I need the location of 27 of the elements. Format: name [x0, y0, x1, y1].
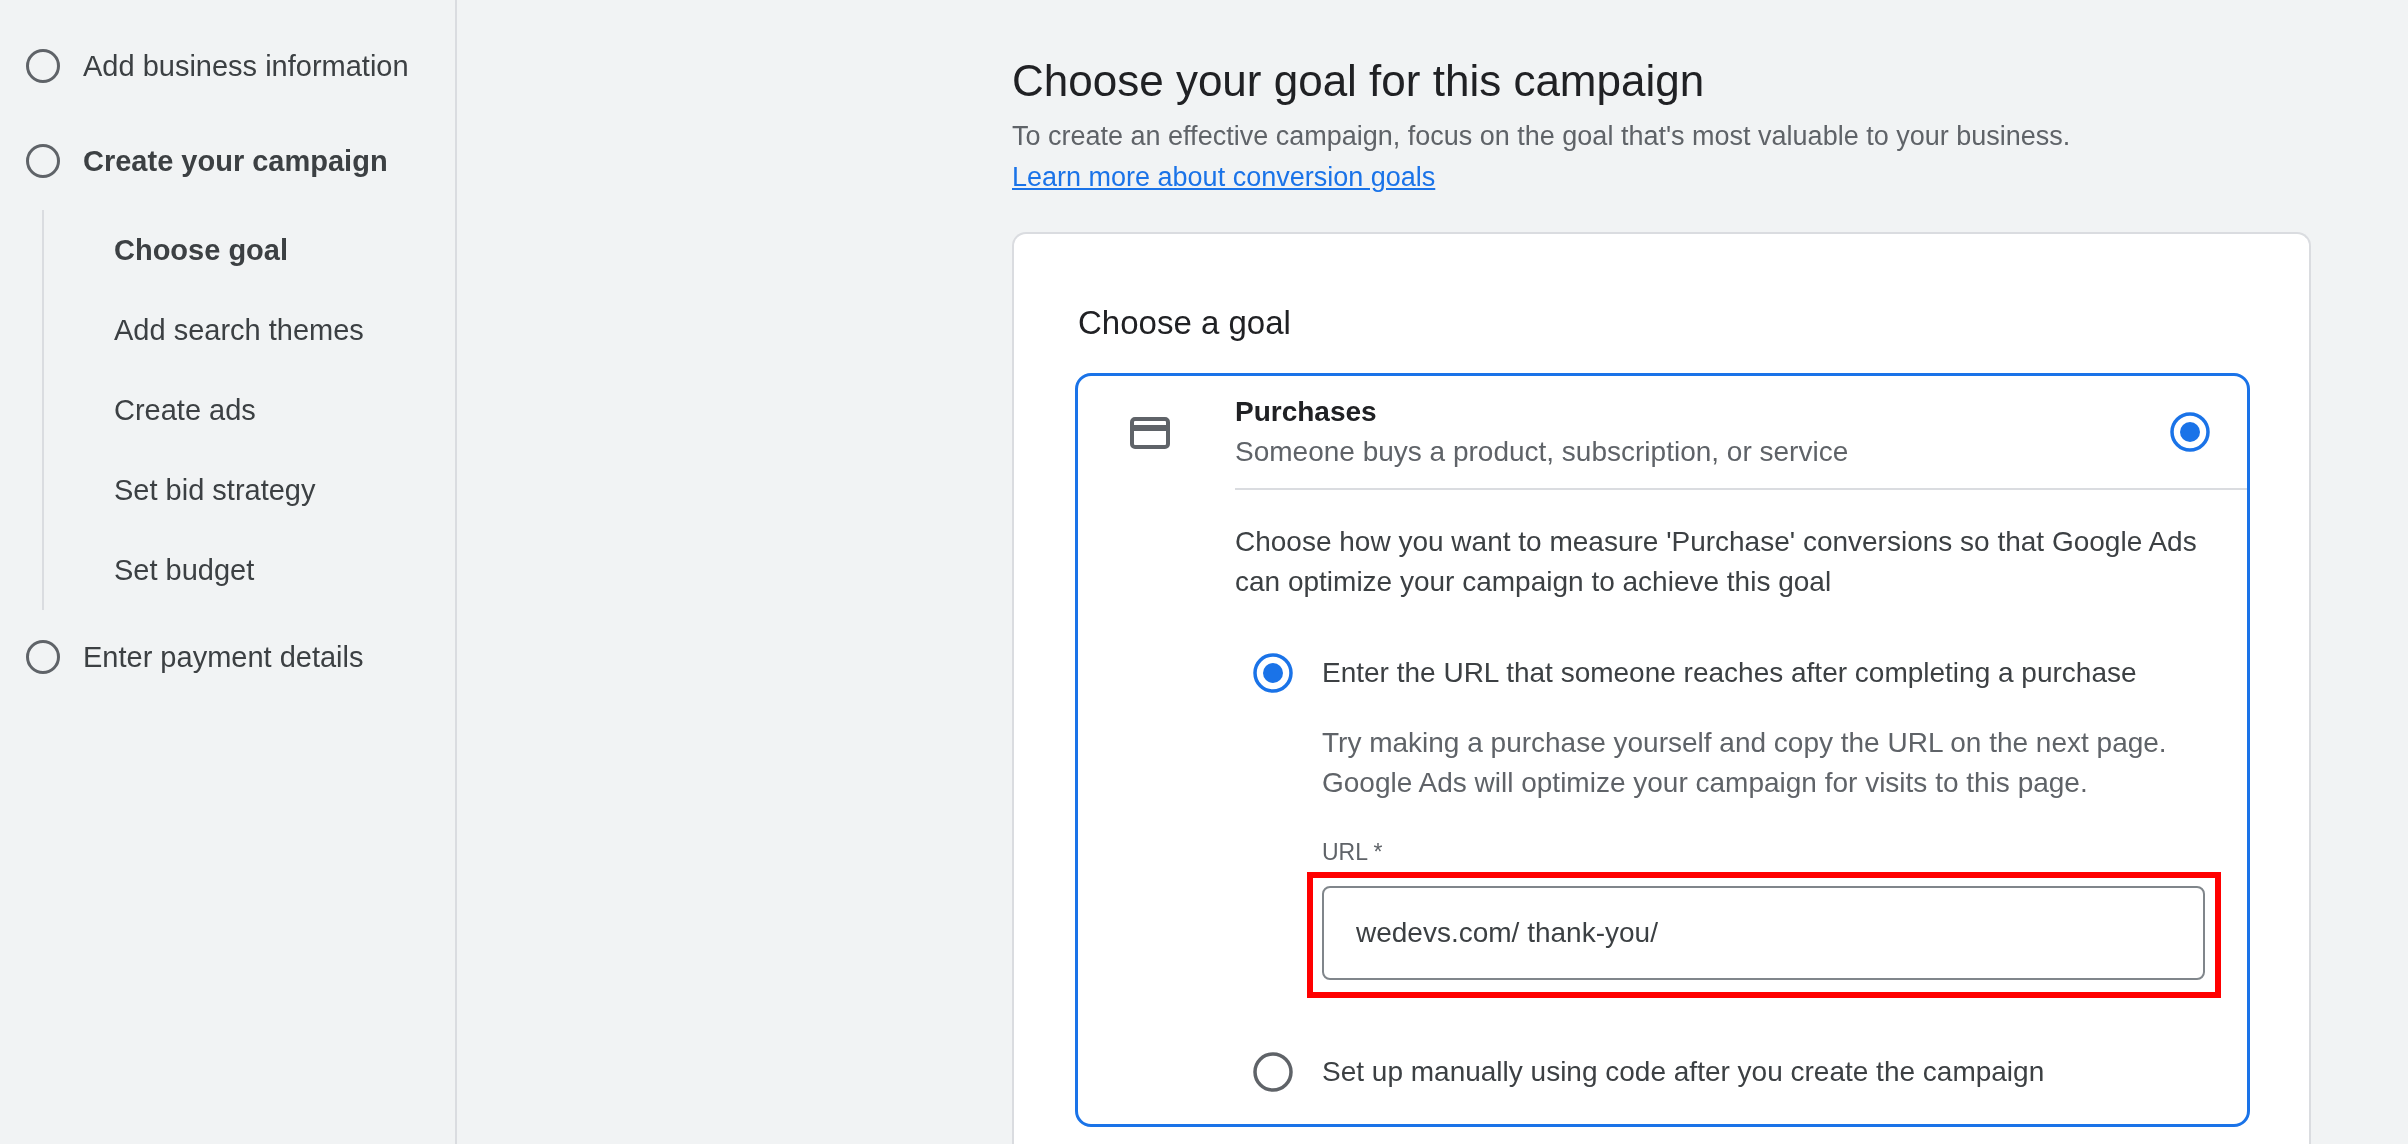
sidebar-substep[interactable]: Choose goal — [44, 210, 288, 290]
field-label: URL * — [1322, 838, 1383, 867]
sidebar-substep[interactable]: Create ads — [44, 370, 256, 450]
sidebar-substep[interactable]: Set budget — [44, 530, 255, 610]
radio-button[interactable] — [2170, 412, 2210, 452]
learn-more-link[interactable]: Learn more about conversion goals — [1012, 162, 1436, 192]
help-text: Try making a purchase yourself and copy the URL on the next page. Google Ads will optimize your campaign for visits to this page. — [1322, 726, 2168, 800]
section-heading: Choose a goal — [1078, 303, 1292, 343]
circle-icon — [26, 640, 60, 674]
goal-subtitle: Someone buys a product, subscription, or service — [1235, 435, 1850, 469]
credit-card-icon — [1130, 417, 1170, 449]
option-label: Enter the URL that someone reaches after completing a purchase — [1322, 656, 2137, 690]
radio-button[interactable] — [1253, 653, 1293, 693]
sidebar-step[interactable]: Enter payment details — [0, 626, 455, 688]
sidebar-substep[interactable]: Set bid strategy — [44, 450, 316, 530]
goal-title: Purchases — [1235, 395, 1378, 429]
measurement-prompt: Choose how you want to measure 'Purchase' conversions so that Google Ads can optimize your campaign to achieve this goal — [1235, 525, 2198, 599]
page-title: Choose your goal for this campaign — [1012, 55, 1706, 107]
sidebar-step[interactable]: Add business information — [0, 35, 455, 97]
sidebar-substep[interactable]: Add search themes — [44, 290, 364, 370]
radio-button[interactable] — [1253, 1052, 1293, 1092]
circle-icon — [26, 144, 60, 178]
url-input-field[interactable]: wedevs.com/ thank-you/ — [1322, 886, 2205, 980]
circle-icon — [26, 49, 60, 83]
option-label: Set up manually using code after you create the campaign — [1322, 1055, 2045, 1089]
sidebar-step[interactable]: Create your campaign — [0, 130, 455, 192]
page-description: To create an effective campaign, focus on the goal that's most valuable to your business. Learn more about conversion goals — [1012, 120, 2072, 194]
